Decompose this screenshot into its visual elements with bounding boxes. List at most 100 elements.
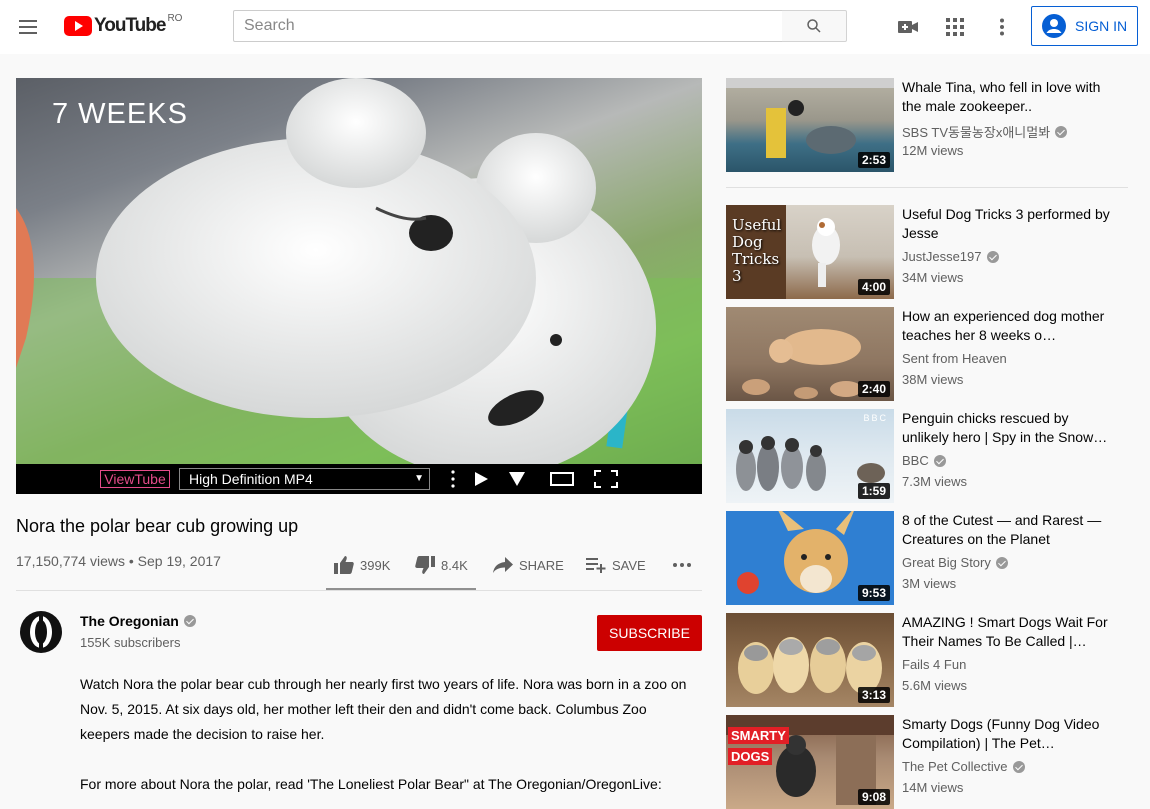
more-options-icon[interactable] <box>448 469 458 489</box>
sign-in-label: SIGN IN <box>1075 18 1128 34</box>
verified-badge-icon <box>183 615 196 627</box>
video-thumbnail[interactable]: 2:53 <box>726 78 894 172</box>
verified-badge-icon <box>933 454 946 467</box>
share-arrow-icon <box>493 557 513 573</box>
sign-in-button[interactable]: SIGN IN <box>1031 6 1138 46</box>
save-label: SAVE <box>612 557 646 573</box>
settings-more-icon[interactable] <box>990 15 1014 39</box>
verified-badge-icon <box>986 250 999 263</box>
oregonian-logo-icon <box>20 611 62 653</box>
like-count: 399K <box>360 557 391 573</box>
recommended-channel-name: BBC <box>902 453 929 468</box>
recommended-view-count: 5.6M views <box>902 678 968 693</box>
recommended-channel[interactable]: Great Big Story <box>902 555 1008 570</box>
recommended-view-count: 3M views <box>902 576 957 591</box>
recommended-video[interactable]: 9:53 8 of the Cutest — and Rarest — Crea… <box>726 511 1128 605</box>
thumbs-down-icon <box>415 556 435 574</box>
account-circle-icon <box>1042 14 1066 38</box>
recommended-video-title[interactable]: Penguin chicks rescued by unlikely hero … <box>902 409 1114 447</box>
create-video-icon[interactable] <box>896 15 920 39</box>
search-button[interactable] <box>782 10 847 42</box>
recommended-channel[interactable]: BBC <box>902 453 946 468</box>
chevron-down-icon: ▼ <box>414 473 424 484</box>
search-input[interactable] <box>234 11 782 41</box>
thumbs-up-icon <box>334 556 354 574</box>
menu-icon[interactable] <box>16 15 40 39</box>
search-box <box>233 10 783 42</box>
video-duration: 3:13 <box>857 687 890 703</box>
thumbnail-overlay-text: DOGS <box>728 748 773 765</box>
region-code: RO <box>167 12 183 24</box>
video-thumbnail[interactable]: 3:13 <box>726 613 894 707</box>
verified-badge-icon <box>995 556 1008 569</box>
channel-avatar[interactable] <box>19 608 63 656</box>
recommended-channel[interactable]: The Pet Collective <box>902 759 1025 774</box>
dislike-button[interactable]: 8.4K <box>415 552 468 578</box>
recommended-video-title[interactable]: Useful Dog Tricks 3 performed by Jesse <box>902 205 1114 243</box>
verified-badge-icon <box>1012 760 1025 773</box>
share-label: SHARE <box>519 557 564 573</box>
save-button[interactable]: SAVE <box>586 552 646 578</box>
playlist-add-icon <box>586 558 606 573</box>
video-overlay-text: 7 WEEKS <box>52 98 188 130</box>
player-control-bar: ViewTube High Definition MP4 ▼ <box>16 464 702 494</box>
video-thumbnail[interactable]: BBC 1:59 <box>726 409 894 503</box>
video-thumbnail[interactable]: 9:53 <box>726 511 894 605</box>
recommended-channel-name: Fails 4 Fun <box>902 657 967 672</box>
recommended-view-count: 12M views <box>902 143 964 158</box>
recommended-channel[interactable]: Fails 4 Fun <box>902 657 966 672</box>
recommended-view-count: 14M views <box>902 780 964 795</box>
sidebar-divider <box>726 187 1128 188</box>
thumbnail-overlay-text: Useful Dog Tricks 3 <box>732 216 782 285</box>
youtube-logo[interactable]: YouTube RO <box>64 12 183 38</box>
recommended-channel[interactable]: Sent from Heaven <box>902 351 1007 366</box>
download-arrow-icon[interactable] <box>508 469 526 489</box>
video-duration: 9:53 <box>857 585 890 601</box>
recommended-channel-name: JustJesse197 <box>902 249 982 264</box>
masthead: YouTube RO SIGN IN <box>0 0 1150 54</box>
recommended-view-count: 7.3M views <box>902 474 968 489</box>
recommended-channel[interactable]: JustJesse197 <box>902 249 999 264</box>
video-duration: 9:08 <box>857 789 890 805</box>
recommended-channel[interactable]: SBS TV동물농장x애니멀봐 <box>902 122 1068 141</box>
subscribe-button[interactable]: SUBSCRIBE <box>597 615 702 651</box>
channel-name[interactable]: The Oregonian <box>80 613 196 629</box>
video-player[interactable]: 7 WEEKS ViewTube High Definition MP4 ▼ <box>16 78 702 494</box>
like-button[interactable]: 399K <box>334 552 390 578</box>
recommended-video-title[interactable]: How an experienced dog mother teaches he… <box>902 307 1114 345</box>
video-thumbnail[interactable]: Useful Dog Tricks 3 4:00 <box>726 205 894 299</box>
recommended-video[interactable]: 3:13 AMAZING ! Smart Dogs Wait For Their… <box>726 613 1128 707</box>
recommended-channel-name: The Pet Collective <box>902 759 1008 774</box>
logo-text: YouTube <box>94 15 166 36</box>
video-actions-bar: 399K 8.4K SHARE SAVE <box>326 552 702 580</box>
youtube-play-logo-icon <box>64 16 92 36</box>
fullscreen-icon[interactable] <box>593 469 619 489</box>
apps-grid-icon[interactable] <box>943 15 967 39</box>
recommended-video[interactable]: 2:40 How an experienced dog mother teach… <box>726 307 1128 401</box>
share-button[interactable]: SHARE <box>493 552 564 578</box>
video-duration: 4:00 <box>857 279 890 295</box>
video-thumbnail[interactable]: SMARTY DOGS 9:08 <box>726 715 894 809</box>
bbc-watermark: BBC <box>863 413 888 423</box>
recommended-video[interactable]: BBC 1:59 Penguin chicks rescued by unlik… <box>726 409 1128 503</box>
video-duration: 2:40 <box>857 381 890 397</box>
recommended-video-title[interactable]: Smarty Dogs (Funny Dog Video Compilation… <box>902 715 1114 753</box>
thumbnail-overlay-text: SMARTY <box>728 727 789 744</box>
video-still-image <box>16 78 702 464</box>
recommended-video[interactable]: 2:53 Whale Tina, who fell in love with t… <box>726 78 1128 172</box>
recommended-view-count: 34M views <box>902 270 964 285</box>
video-frame[interactable]: 7 WEEKS <box>16 78 702 464</box>
play-icon[interactable] <box>472 469 490 489</box>
more-actions-icon[interactable] <box>672 552 698 578</box>
video-description: Watch Nora the polar bear cub through he… <box>80 672 692 797</box>
recommended-video[interactable]: SMARTY DOGS 9:08 Smarty Dogs (Funny Dog … <box>726 715 1128 809</box>
viewtube-link[interactable]: ViewTube <box>100 470 170 488</box>
recommended-video-title[interactable]: AMAZING ! Smart Dogs Wait For Their Name… <box>902 613 1114 651</box>
quality-select[interactable]: High Definition MP4 ▼ <box>179 468 430 490</box>
recommended-video-title[interactable]: 8 of the Cutest — and Rarest — Creatures… <box>902 511 1114 549</box>
recommended-video[interactable]: Useful Dog Tricks 3 4:00 Useful Dog Tric… <box>726 205 1128 299</box>
theater-mode-icon[interactable] <box>549 469 575 489</box>
video-thumbnail[interactable]: 2:40 <box>726 307 894 401</box>
recommended-channel-name: Great Big Story <box>902 555 991 570</box>
recommended-video-title[interactable]: Whale Tina, who fell in love with the ma… <box>902 78 1114 116</box>
